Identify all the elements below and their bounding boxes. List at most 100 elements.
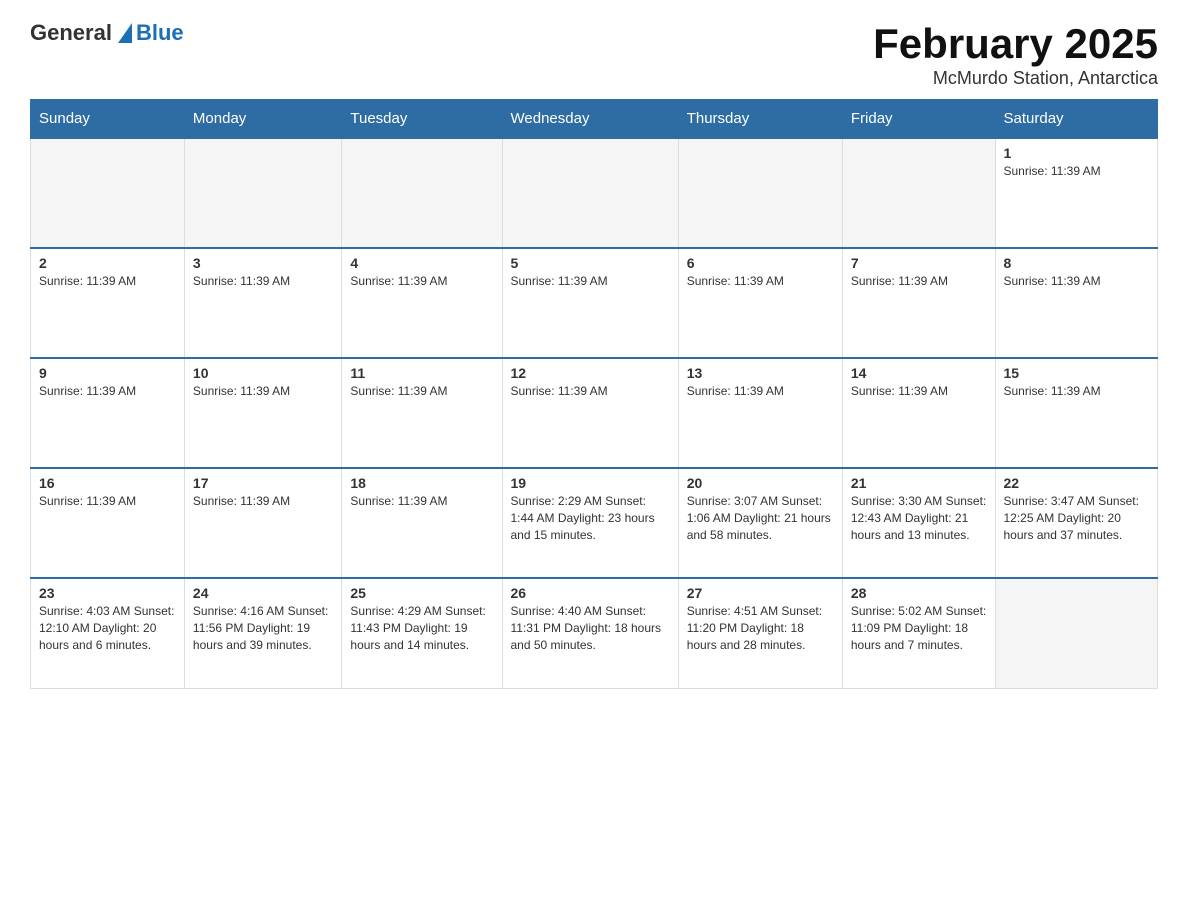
calendar-cell: 11Sunrise: 11:39 AM <box>342 358 502 468</box>
calendar-week-row: 23Sunrise: 4:03 AM Sunset: 12:10 AM Dayl… <box>31 578 1158 688</box>
calendar-cell: 9 Sunrise: 11:39 AM <box>31 358 185 468</box>
calendar-cell: 4 Sunrise: 11:39 AM <box>342 248 502 358</box>
day-number: 28 <box>851 585 987 601</box>
calendar-cell: 7 Sunrise: 11:39 AM <box>842 248 995 358</box>
day-number: 13 <box>687 365 834 381</box>
calendar-week-row: 16Sunrise: 11:39 AM17Sunrise: 11:39 AM18… <box>31 468 1158 578</box>
calendar-cell: 10 Sunrise: 11:39 AM <box>184 358 341 468</box>
day-info: Sunrise: 11:39 AM <box>350 273 493 290</box>
page-header: General Blue February 2025 McMurdo Stati… <box>30 20 1158 89</box>
calendar-cell: 6 Sunrise: 11:39 AM <box>678 248 842 358</box>
weekday-header-saturday: Saturday <box>995 100 1158 139</box>
weekday-header-wednesday: Wednesday <box>502 100 678 139</box>
calendar-cell: 24 Sunrise: 4:16 AM Sunset: 11:56 PM Dayl… <box>184 578 341 688</box>
day-info: Sunrise: 11:39 AM <box>851 273 987 290</box>
day-info: Sunrise: 11:39 AM <box>687 383 834 400</box>
calendar-table: SundayMondayTuesdayWednesdayThursdayFrid… <box>30 99 1158 689</box>
day-number: 8 <box>1004 255 1150 271</box>
calendar-cell: 3Sunrise: 11:39 AM <box>184 248 341 358</box>
title-block: February 2025 McMurdo Station, Antarctic… <box>873 20 1158 89</box>
calendar-cell: 25 Sunrise: 4:29 AM Sunset: 11:43 PM Dayl… <box>342 578 502 688</box>
day-info: Sunrise: 4:40 AM Sunset: 11:31 PM Daylig… <box>511 603 670 653</box>
weekday-header-tuesday: Tuesday <box>342 100 502 139</box>
day-number: 15 <box>1004 365 1150 381</box>
calendar-cell: 13 Sunrise: 11:39 AM <box>678 358 842 468</box>
day-info: Sunrise: 11:39 AM <box>39 383 176 400</box>
day-info: Sunrise: 2:29 AM Sunset: 1:44 AM Dayligh… <box>511 493 670 543</box>
day-number: 9 <box>39 365 176 381</box>
day-info: Sunrise: 11:39 AM <box>1004 383 1150 400</box>
day-info: Sunrise: 3:30 AM Sunset: 12:43 AM Daylig… <box>851 493 987 543</box>
day-number: 18 <box>350 475 493 491</box>
calendar-cell: 19 Sunrise: 2:29 AM Sunset: 1:44 AM Dayli… <box>502 468 678 578</box>
day-info: Sunrise: 4:29 AM Sunset: 11:43 PM Daylig… <box>350 603 493 653</box>
calendar-cell: 17Sunrise: 11:39 AM <box>184 468 341 578</box>
calendar-cell: 22 Sunrise: 3:47 AM Sunset: 12:25 AM Dayl… <box>995 468 1158 578</box>
day-number: 1 <box>1004 145 1150 161</box>
calendar-cell <box>342 138 502 248</box>
calendar-title: February 2025 <box>873 20 1158 68</box>
day-info: Sunrise: 11:39 AM <box>687 273 834 290</box>
day-number: 17 <box>193 475 333 491</box>
calendar-cell <box>502 138 678 248</box>
day-number: 26 <box>511 585 670 601</box>
logo: General Blue <box>30 20 184 46</box>
day-number: 2 <box>39 255 176 271</box>
weekday-header-monday: Monday <box>184 100 341 139</box>
weekday-header-row: SundayMondayTuesdayWednesdayThursdayFrid… <box>31 100 1158 139</box>
day-info: Sunrise: 11:39 AM <box>350 383 493 400</box>
day-number: 5 <box>511 255 670 271</box>
weekday-header-thursday: Thursday <box>678 100 842 139</box>
calendar-cell: 5 Sunrise: 11:39 AM <box>502 248 678 358</box>
day-info: Sunrise: 11:39 AM <box>851 383 987 400</box>
day-info: Sunrise: 11:39 AM <box>511 383 670 400</box>
calendar-cell: 26 Sunrise: 4:40 AM Sunset: 11:31 PM Dayl… <box>502 578 678 688</box>
calendar-cell: 14 Sunrise: 11:39 AM <box>842 358 995 468</box>
day-info: Sunrise: 3:47 AM Sunset: 12:25 AM Daylig… <box>1004 493 1150 543</box>
calendar-week-row: 9Sunrise: 11:39 AM10Sunrise: 11:39 AM11S… <box>31 358 1158 468</box>
day-number: 23 <box>39 585 176 601</box>
day-number: 14 <box>851 365 987 381</box>
calendar-cell <box>995 578 1158 688</box>
logo-text-general: General <box>30 20 112 46</box>
calendar-cell: 2 Sunrise: 11:39 AM <box>31 248 185 358</box>
weekday-header-friday: Friday <box>842 100 995 139</box>
calendar-cell: 1Sunrise: 11:39 AM <box>995 138 1158 248</box>
day-number: 24 <box>193 585 333 601</box>
day-number: 25 <box>350 585 493 601</box>
logo-triangle-icon <box>118 23 132 43</box>
day-info: Sunrise: 4:16 AM Sunset: 11:56 PM Daylig… <box>193 603 333 653</box>
day-number: 20 <box>687 475 834 491</box>
day-number: 10 <box>193 365 333 381</box>
calendar-cell: 16Sunrise: 11:39 AM <box>31 468 185 578</box>
day-info: Sunrise: 11:39 AM <box>39 493 176 510</box>
calendar-cell: 18 Sunrise: 11:39 AM <box>342 468 502 578</box>
calendar-body: 1Sunrise: 11:39 AM2Sunrise: 11:39 AM3Sun… <box>31 138 1158 688</box>
day-info: Sunrise: 11:39 AM <box>39 273 176 290</box>
calendar-cell: 8 Sunrise: 11:39 AM <box>995 248 1158 358</box>
day-number: 19 <box>511 475 670 491</box>
calendar-cell: 20 Sunrise: 3:07 AM Sunset: 1:06 AM Dayli… <box>678 468 842 578</box>
calendar-cell: 12Sunrise: 11:39 AM <box>502 358 678 468</box>
calendar-subtitle: McMurdo Station, Antarctica <box>873 68 1158 89</box>
calendar-cell: 27Sunrise: 4:51 AM Sunset: 11:20 PM Dayl… <box>678 578 842 688</box>
calendar-cell <box>184 138 341 248</box>
day-info: Sunrise: 11:39 AM <box>511 273 670 290</box>
logo-text-blue: Blue <box>136 20 184 46</box>
calendar-cell <box>842 138 995 248</box>
calendar-cell: 21Sunrise: 3:30 AM Sunset: 12:43 AM Dayl… <box>842 468 995 578</box>
day-number: 22 <box>1004 475 1150 491</box>
day-info: Sunrise: 11:39 AM <box>350 493 493 510</box>
day-info: Sunrise: 11:39 AM <box>193 383 333 400</box>
day-number: 4 <box>350 255 493 271</box>
calendar-cell: 23Sunrise: 4:03 AM Sunset: 12:10 AM Dayl… <box>31 578 185 688</box>
day-info: Sunrise: 3:07 AM Sunset: 1:06 AM Dayligh… <box>687 493 834 543</box>
day-number: 3 <box>193 255 333 271</box>
day-info: Sunrise: 4:51 AM Sunset: 11:20 PM Daylig… <box>687 603 834 653</box>
calendar-cell <box>31 138 185 248</box>
day-number: 7 <box>851 255 987 271</box>
day-info: Sunrise: 11:39 AM <box>1004 273 1150 290</box>
day-number: 6 <box>687 255 834 271</box>
calendar-header: SundayMondayTuesdayWednesdayThursdayFrid… <box>31 100 1158 139</box>
calendar-cell: 28Sunrise: 5:02 AM Sunset: 11:09 PM Dayl… <box>842 578 995 688</box>
